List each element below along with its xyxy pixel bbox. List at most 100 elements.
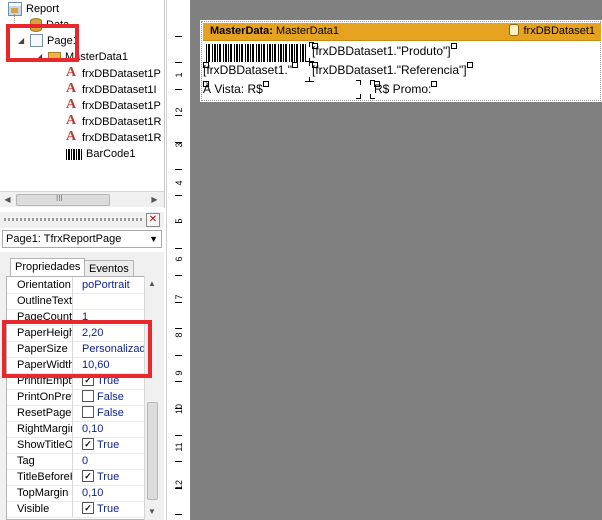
text-memo-icon: A bbox=[66, 81, 77, 96]
ruler-number: 11 bbox=[174, 442, 184, 452]
object-corner-mark bbox=[309, 42, 314, 47]
memo-text: [frxDBDataset1."Referencia"] bbox=[312, 63, 467, 77]
tree-item-label: frxDBDataset1I bbox=[82, 84, 157, 96]
memo-dataset-field[interactable]: [frxDBDataset1." bbox=[203, 62, 307, 80]
object-corner-mark bbox=[370, 94, 375, 99]
scrollbar-thumb[interactable] bbox=[16, 194, 110, 206]
property-row-tag[interactable]: Tag 0 bbox=[7, 453, 145, 470]
property-name: TitleBeforeHeader bbox=[7, 469, 73, 485]
property-row-titlebeforeheader[interactable]: TitleBeforeHeader ✓True bbox=[7, 469, 145, 486]
object-corner-mark bbox=[356, 80, 361, 85]
property-row-rightmargin[interactable]: RightMargin 0,10 bbox=[7, 421, 145, 438]
memo-a-vista[interactable]: À Vista: R$ bbox=[203, 81, 363, 97]
property-name: Visible bbox=[7, 501, 73, 517]
memo-text: [frxDBDataset1." bbox=[203, 63, 292, 77]
tab-propriedades[interactable]: Propriedades bbox=[10, 258, 86, 277]
property-grid-scrollbar[interactable]: ▲ ▼ bbox=[144, 276, 159, 520]
ruler-number: 4 bbox=[174, 180, 184, 186]
band-title: MasterData: MasterData1 bbox=[210, 23, 339, 40]
property-value[interactable]: ✓ True bbox=[74, 469, 145, 485]
property-value[interactable]: ✓ True bbox=[74, 437, 145, 453]
ruler-number: 8 bbox=[174, 332, 184, 338]
property-row-outlinetext[interactable]: OutlineText bbox=[7, 293, 145, 310]
ruler-number: 1 bbox=[174, 72, 184, 78]
property-value[interactable]: 0,10 bbox=[74, 421, 145, 437]
text-memo-icon: A bbox=[66, 129, 77, 144]
property-row-printonprevious[interactable]: PrintOnPrevious False bbox=[7, 389, 145, 406]
property-row-visible[interactable]: Visible ✓ True bbox=[7, 501, 145, 518]
close-icon[interactable]: ✕ bbox=[146, 213, 160, 227]
text-memo-icon: A bbox=[66, 97, 77, 112]
tree-item-memo[interactable]: AfrxDBDataset1R bbox=[66, 130, 161, 146]
property-name: OutlineText bbox=[7, 293, 73, 309]
ruler-number: 3 bbox=[174, 142, 184, 148]
scroll-up-icon[interactable]: ▲ bbox=[146, 278, 158, 290]
text-memo-icon: A bbox=[66, 65, 77, 80]
property-row-resetpagenumbers[interactable]: ResetPageNumbers False bbox=[7, 405, 145, 422]
property-value-text: True bbox=[97, 503, 120, 515]
checkbox-checked[interactable]: ✓ bbox=[82, 438, 94, 451]
scroll-left-icon[interactable]: ◀ bbox=[1, 194, 14, 205]
tab-eventos[interactable]: Eventos bbox=[84, 260, 134, 277]
property-value[interactable]: False bbox=[74, 389, 145, 405]
tree-item-memo[interactable]: AfrxDBDataset1P bbox=[66, 98, 161, 114]
memo-text: R$ Promo: bbox=[374, 82, 432, 96]
memo-referencia[interactable]: [frxDBDataset1."Referencia"] bbox=[312, 62, 502, 80]
highlight-box-paper-properties bbox=[2, 320, 152, 378]
chevron-down-icon: ▼ bbox=[149, 234, 158, 244]
ruler-number: 10 bbox=[174, 403, 184, 414]
tree-horizontal-scrollbar[interactable]: ◀ III ▶ bbox=[0, 191, 164, 207]
ruler-number: 12 bbox=[174, 479, 184, 490]
splitter-grip bbox=[4, 218, 144, 221]
ruler-number: 9 bbox=[174, 370, 184, 376]
text-memo-icon: A bbox=[66, 113, 77, 128]
property-value[interactable]: False bbox=[74, 405, 145, 421]
checkbox-checked[interactable]: ✓ bbox=[82, 470, 94, 483]
property-row-orientation[interactable]: Orientation poPortrait bbox=[7, 277, 145, 294]
scrollbar-thumb[interactable] bbox=[147, 402, 158, 500]
property-row-topmargin[interactable]: TopMargin 0,10 bbox=[7, 485, 145, 502]
object-corner-mark bbox=[356, 94, 361, 99]
property-value-text: True bbox=[97, 471, 120, 483]
property-value[interactable]: poPortrait bbox=[74, 277, 145, 293]
tree-item-label: frxDBDataset1P bbox=[82, 100, 161, 112]
barcode-icon bbox=[66, 149, 82, 160]
checkbox-unchecked[interactable] bbox=[82, 390, 94, 403]
property-row-showtitleonpreviouspage[interactable]: ShowTitleOnPreviousPage ✓True bbox=[7, 437, 145, 454]
memo-r-promo[interactable]: R$ Promo: bbox=[374, 81, 494, 97]
tree-item-memo[interactable]: AfrxDBDataset1P bbox=[66, 66, 161, 82]
property-value[interactable]: 0 bbox=[74, 453, 145, 469]
scroll-down-icon[interactable]: ▼ bbox=[146, 506, 158, 518]
tree-item-memo[interactable]: AfrxDBDataset1R bbox=[66, 114, 161, 130]
ruler-number: 6 bbox=[174, 256, 184, 262]
property-name: Orientation bbox=[7, 277, 73, 293]
property-value[interactable]: ✓ True bbox=[74, 501, 145, 517]
property-value[interactable]: 0,10 bbox=[74, 485, 145, 501]
object-selector-dropdown[interactable]: Page1: TfrxReportPage ▼ bbox=[2, 230, 162, 248]
tree-item-label: Report bbox=[26, 3, 60, 15]
tree-item-label: BarCode1 bbox=[86, 148, 136, 160]
ruler-number: 7 bbox=[174, 294, 184, 300]
barcode-object[interactable] bbox=[206, 44, 306, 62]
tree-item-memo[interactable]: AfrxDBDataset1I bbox=[66, 82, 157, 98]
tree-item-barcode[interactable]: BarCode1 bbox=[66, 146, 136, 162]
property-name: PrintOnPrevious bbox=[7, 389, 73, 405]
checkbox-unchecked[interactable] bbox=[82, 406, 94, 419]
band-dataset-name: frxDBDataset1 bbox=[523, 25, 595, 37]
panel-splitter[interactable]: ✕ bbox=[0, 212, 164, 228]
band-type: MasterData: bbox=[210, 25, 273, 37]
memo-text: [frxDBDataset1."Produto"] bbox=[312, 44, 451, 58]
object-corner-mark bbox=[370, 80, 375, 85]
memo-text: À Vista: R$ bbox=[203, 82, 263, 96]
property-name: ShowTitleOnPreviousPage bbox=[7, 437, 73, 453]
object-corner-mark bbox=[309, 77, 314, 82]
memo-produto[interactable]: [frxDBDataset1."Produto"] bbox=[312, 43, 492, 61]
tree-item-label: frxDBDataset1R bbox=[82, 132, 162, 144]
scroll-right-icon[interactable]: ▶ bbox=[148, 194, 161, 205]
database-icon bbox=[509, 24, 520, 37]
masterdata-band-header[interactable]: MasterData: MasterData1 frxDBDataset1 bbox=[203, 23, 601, 41]
tree-item-label: frxDBDataset1P bbox=[82, 68, 161, 80]
property-value[interactable] bbox=[74, 293, 145, 309]
checkbox-checked[interactable]: ✓ bbox=[82, 502, 94, 515]
scroll-grip: III bbox=[56, 194, 63, 203]
